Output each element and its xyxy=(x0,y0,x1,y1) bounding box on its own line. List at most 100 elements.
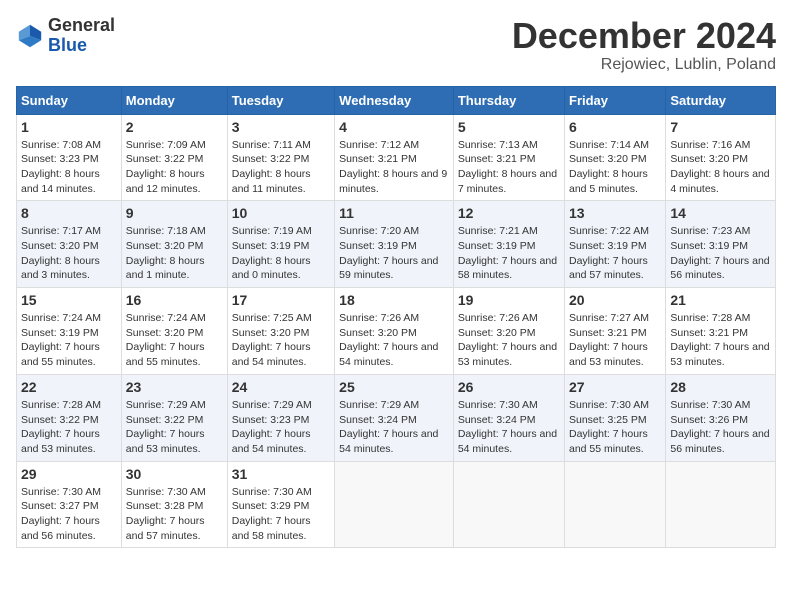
calendar-cell: 11 Sunrise: 7:20 AMSunset: 3:19 PMDayligh… xyxy=(335,201,454,288)
calendar-cell: 14 Sunrise: 7:23 AMSunset: 3:19 PMDayligh… xyxy=(666,201,776,288)
cell-info: Sunrise: 7:27 AMSunset: 3:21 PMDaylight:… xyxy=(569,311,661,370)
page-header: General Blue December 2024 Rejowiec, Lub… xyxy=(16,16,776,74)
calendar-cell: 4Sunrise: 7:12 AMSunset: 3:21 PMDaylight… xyxy=(335,114,454,201)
day-number: 28 xyxy=(670,379,771,395)
header-day-sunday: Sunday xyxy=(17,86,122,114)
cell-info: Sunrise: 7:30 AMSunset: 3:27 PMDaylight:… xyxy=(21,485,117,544)
header-day-thursday: Thursday xyxy=(453,86,564,114)
calendar-table: SundayMondayTuesdayWednesdayThursdayFrid… xyxy=(16,86,776,549)
day-number: 19 xyxy=(458,292,560,308)
day-number: 10 xyxy=(232,205,330,221)
calendar-week-row: 1Sunrise: 7:08 AMSunset: 3:23 PMDaylight… xyxy=(17,114,776,201)
calendar-cell: 15 Sunrise: 7:24 AMSunset: 3:19 PMDayligh… xyxy=(17,288,122,375)
header-day-friday: Friday xyxy=(565,86,666,114)
cell-info: Sunrise: 7:22 AMSunset: 3:19 PMDaylight:… xyxy=(569,224,661,283)
calendar-cell: 6Sunrise: 7:14 AMSunset: 3:20 PMDaylight… xyxy=(565,114,666,201)
day-number: 25 xyxy=(339,379,449,395)
cell-info: Sunrise: 7:16 AMSunset: 3:20 PMDaylight:… xyxy=(670,138,771,197)
cell-info: Sunrise: 7:30 AMSunset: 3:26 PMDaylight:… xyxy=(670,398,771,457)
calendar-cell: 19 Sunrise: 7:26 AMSunset: 3:20 PMDayligh… xyxy=(453,288,564,375)
cell-info: Sunrise: 7:24 AMSunset: 3:19 PMDaylight:… xyxy=(21,311,117,370)
day-number: 31 xyxy=(232,466,330,482)
calendar-cell: 31Sunrise: 7:30 AMSunset: 3:29 PMDayligh… xyxy=(227,461,334,548)
cell-info: Sunrise: 7:30 AMSunset: 3:28 PMDaylight:… xyxy=(126,485,223,544)
calendar-cell: 9Sunrise: 7:18 AMSunset: 3:20 PMDaylight… xyxy=(121,201,227,288)
cell-info: Sunrise: 7:20 AMSunset: 3:19 PMDaylight:… xyxy=(339,224,449,283)
calendar-cell: 18Sunrise: 7:26 AMSunset: 3:20 PMDayligh… xyxy=(335,288,454,375)
cell-info: Sunrise: 7:28 AMSunset: 3:22 PMDaylight:… xyxy=(21,398,117,457)
title-section: December 2024 Rejowiec, Lublin, Poland xyxy=(512,16,776,74)
cell-info: Sunrise: 7:21 AMSunset: 3:19 PMDaylight:… xyxy=(458,224,560,283)
calendar-cell xyxy=(666,461,776,548)
calendar-week-row: 22 Sunrise: 7:28 AMSunset: 3:22 PMDayligh… xyxy=(17,374,776,461)
day-number: 27 xyxy=(569,379,661,395)
cell-info: Sunrise: 7:11 AMSunset: 3:22 PMDaylight:… xyxy=(232,138,330,197)
cell-info: Sunrise: 7:29 AMSunset: 3:22 PMDaylight:… xyxy=(126,398,223,457)
day-number: 29 xyxy=(21,466,117,482)
day-number: 20 xyxy=(569,292,661,308)
logo-icon xyxy=(16,22,44,50)
cell-info: Sunrise: 7:28 AMSunset: 3:21 PMDaylight:… xyxy=(670,311,771,370)
day-number: 12 xyxy=(458,205,560,221)
day-number: 22 xyxy=(21,379,117,395)
calendar-week-row: 15 Sunrise: 7:24 AMSunset: 3:19 PMDayligh… xyxy=(17,288,776,375)
header-day-wednesday: Wednesday xyxy=(335,86,454,114)
calendar-week-row: 29 Sunrise: 7:30 AMSunset: 3:27 PMDayligh… xyxy=(17,461,776,548)
calendar-cell: 2 Sunrise: 7:09 AMSunset: 3:22 PMDaylight… xyxy=(121,114,227,201)
logo: General Blue xyxy=(16,16,115,56)
day-number: 23 xyxy=(126,379,223,395)
day-number: 24 xyxy=(232,379,330,395)
day-number: 16 xyxy=(126,292,223,308)
day-number: 18 xyxy=(339,292,449,308)
month-title: December 2024 xyxy=(512,16,776,56)
calendar-cell: 10Sunrise: 7:19 AMSunset: 3:19 PMDayligh… xyxy=(227,201,334,288)
logo-blue: Blue xyxy=(48,35,87,55)
header-day-monday: Monday xyxy=(121,86,227,114)
cell-info: Sunrise: 7:23 AMSunset: 3:19 PMDaylight:… xyxy=(670,224,771,283)
cell-info: Sunrise: 7:26 AMSunset: 3:20 PMDaylight:… xyxy=(458,311,560,370)
day-number: 7 xyxy=(670,119,771,135)
calendar-cell: 30 Sunrise: 7:30 AMSunset: 3:28 PMDayligh… xyxy=(121,461,227,548)
day-number: 11 xyxy=(339,205,449,221)
day-number: 3 xyxy=(232,119,330,135)
calendar-cell: 23 Sunrise: 7:29 AMSunset: 3:22 PMDayligh… xyxy=(121,374,227,461)
calendar-cell: 29 Sunrise: 7:30 AMSunset: 3:27 PMDayligh… xyxy=(17,461,122,548)
cell-info: Sunrise: 7:09 AMSunset: 3:22 PMDaylight:… xyxy=(126,138,223,197)
calendar-cell: 22 Sunrise: 7:28 AMSunset: 3:22 PMDayligh… xyxy=(17,374,122,461)
cell-info: Sunrise: 7:30 AMSunset: 3:25 PMDaylight:… xyxy=(569,398,661,457)
location: Rejowiec, Lublin, Poland xyxy=(512,56,776,74)
day-number: 17 xyxy=(232,292,330,308)
calendar-cell: 20 Sunrise: 7:27 AMSunset: 3:21 PMDayligh… xyxy=(565,288,666,375)
day-number: 30 xyxy=(126,466,223,482)
day-number: 8 xyxy=(21,205,117,221)
calendar-cell: 28 Sunrise: 7:30 AMSunset: 3:26 PMDayligh… xyxy=(666,374,776,461)
day-number: 21 xyxy=(670,292,771,308)
calendar-header-row: SundayMondayTuesdayWednesdayThursdayFrid… xyxy=(17,86,776,114)
cell-info: Sunrise: 7:18 AMSunset: 3:20 PMDaylight:… xyxy=(126,224,223,283)
calendar-cell xyxy=(565,461,666,548)
calendar-cell: 17Sunrise: 7:25 AMSunset: 3:20 PMDayligh… xyxy=(227,288,334,375)
calendar-week-row: 8 Sunrise: 7:17 AMSunset: 3:20 PMDaylight… xyxy=(17,201,776,288)
calendar-cell xyxy=(335,461,454,548)
day-number: 15 xyxy=(21,292,117,308)
calendar-cell: 24 Sunrise: 7:29 AMSunset: 3:23 PMDayligh… xyxy=(227,374,334,461)
calendar-cell: 8 Sunrise: 7:17 AMSunset: 3:20 PMDaylight… xyxy=(17,201,122,288)
calendar-cell xyxy=(453,461,564,548)
header-day-tuesday: Tuesday xyxy=(227,86,334,114)
calendar-cell: 21 Sunrise: 7:28 AMSunset: 3:21 PMDayligh… xyxy=(666,288,776,375)
day-number: 14 xyxy=(670,205,771,221)
day-number: 5 xyxy=(458,119,560,135)
calendar-cell: 7 Sunrise: 7:16 AMSunset: 3:20 PMDaylight… xyxy=(666,114,776,201)
logo-text: General Blue xyxy=(48,16,115,56)
calendar-cell: 12 Sunrise: 7:21 AMSunset: 3:19 PMDayligh… xyxy=(453,201,564,288)
calendar-cell: 25Sunrise: 7:29 AMSunset: 3:24 PMDayligh… xyxy=(335,374,454,461)
day-number: 26 xyxy=(458,379,560,395)
cell-info: Sunrise: 7:30 AMSunset: 3:24 PMDaylight:… xyxy=(458,398,560,457)
day-number: 2 xyxy=(126,119,223,135)
calendar-cell: 26 Sunrise: 7:30 AMSunset: 3:24 PMDayligh… xyxy=(453,374,564,461)
day-number: 4 xyxy=(339,119,449,135)
cell-info: Sunrise: 7:17 AMSunset: 3:20 PMDaylight:… xyxy=(21,224,117,283)
calendar-cell: 27 Sunrise: 7:30 AMSunset: 3:25 PMDayligh… xyxy=(565,374,666,461)
cell-info: Sunrise: 7:29 AMSunset: 3:23 PMDaylight:… xyxy=(232,398,330,457)
cell-info: Sunrise: 7:13 AMSunset: 3:21 PMDaylight:… xyxy=(458,138,560,197)
